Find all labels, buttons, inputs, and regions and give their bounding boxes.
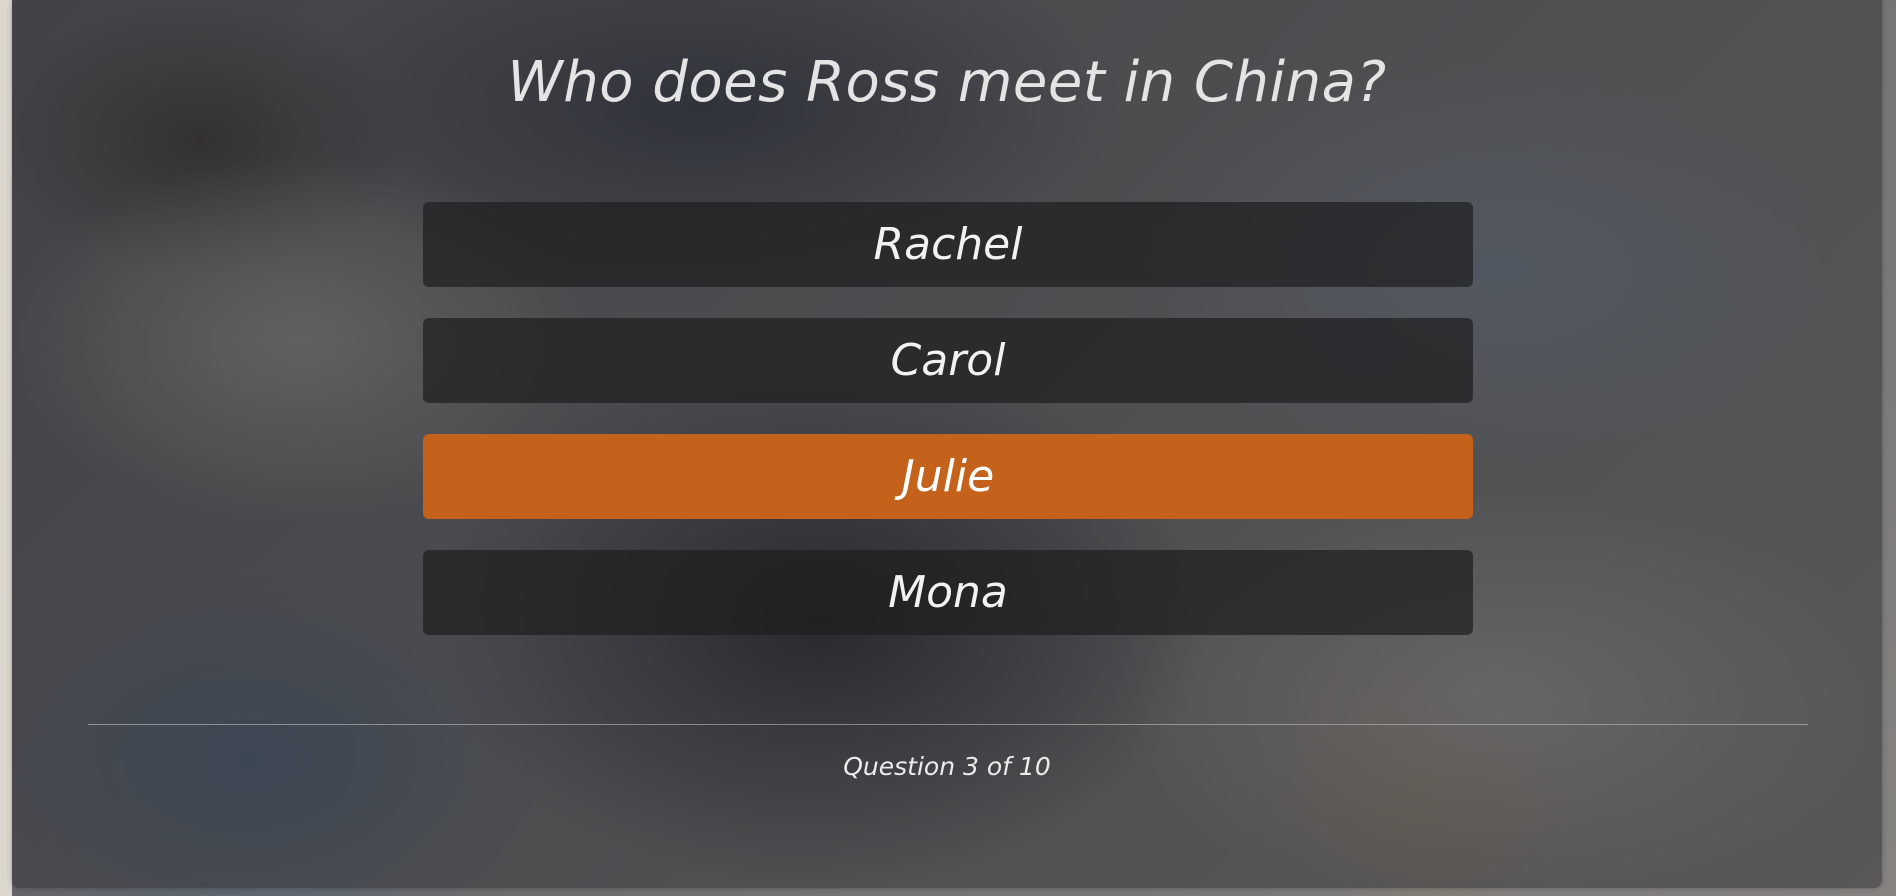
quiz-panel: Who does Ross meet in China? Rachel Caro… bbox=[12, 0, 1882, 888]
quiz-screen: Who does Ross meet in China? Rachel Caro… bbox=[0, 0, 1896, 896]
answer-option-carol[interactable]: Carol bbox=[423, 318, 1473, 403]
page-edge bbox=[0, 0, 12, 896]
question-text: Who does Ross meet in China? bbox=[507, 50, 1387, 115]
answer-list: Rachel Carol Julie Mona bbox=[423, 202, 1473, 666]
question-progress: Question 3 of 10 bbox=[843, 752, 1051, 781]
answer-option-mona[interactable]: Mona bbox=[423, 550, 1473, 635]
divider bbox=[88, 724, 1808, 725]
answer-option-julie[interactable]: Julie bbox=[423, 434, 1473, 519]
answer-option-rachel[interactable]: Rachel bbox=[423, 202, 1473, 287]
